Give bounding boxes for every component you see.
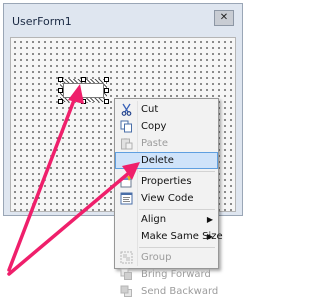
scissors-icon [121,103,132,116]
submenu-arrow-icon: ▶ [206,232,213,241]
menu-item-label: Paste [141,138,168,149]
paste-icon [121,138,133,150]
menu-item-cut[interactable]: Cut [115,101,218,118]
close-icon: ✕ [219,12,229,23]
textbox-control[interactable] [63,83,104,98]
resize-handle-n[interactable] [81,77,86,82]
context-menu: Cut Copy Paste Delete Properties View Co… [114,98,223,297]
menu-item-label: Cut [141,104,159,115]
copy-icon [120,120,132,133]
menu-item-align[interactable]: Align ▶ [115,211,218,228]
menu-item-label: Group [141,252,172,263]
menu-item-bring-forward[interactable]: Bring Forward [115,266,218,283]
resize-handle-s[interactable] [81,99,86,104]
window-title: UserForm1 [12,15,72,28]
menu-item-properties[interactable]: Properties [115,173,218,190]
menu-item-copy[interactable]: Copy [115,118,218,135]
menu-separator [139,247,215,248]
menu-item-label: View Code [141,193,194,204]
menu-item-paste[interactable]: Paste [115,135,218,152]
menu-separator [139,171,215,172]
properties-icon [120,176,132,188]
resize-handle-ne[interactable] [104,77,109,82]
resize-handle-e[interactable] [104,88,109,93]
menu-item-label: Bring Forward [141,269,211,280]
send-backward-icon [120,285,132,297]
menu-item-label: Copy [141,121,167,132]
submenu-arrow-icon: ▶ [206,215,213,224]
resize-handle-w[interactable] [58,88,63,93]
menu-separator [139,209,215,210]
group-icon [120,251,133,264]
menu-item-send-backward[interactable]: Send Backward [115,283,218,300]
view-code-icon [120,192,133,205]
bring-forward-icon [120,268,132,280]
menu-item-label: Align [141,214,167,225]
menu-item-delete[interactable]: Delete [115,152,218,169]
resize-handle-nw[interactable] [58,77,63,82]
menu-item-view-code[interactable]: View Code [115,190,218,207]
close-button[interactable]: ✕ [214,10,234,26]
menu-item-label: Properties [141,176,192,187]
menu-item-label: Send Backward [141,286,219,297]
menu-item-make-same-size[interactable]: Make Same Size ▶ [115,228,223,245]
resize-handle-sw[interactable] [58,99,63,104]
menu-item-group[interactable]: Group [115,249,218,266]
resize-handle-se[interactable] [104,99,109,104]
menu-item-label: Delete [141,155,174,166]
